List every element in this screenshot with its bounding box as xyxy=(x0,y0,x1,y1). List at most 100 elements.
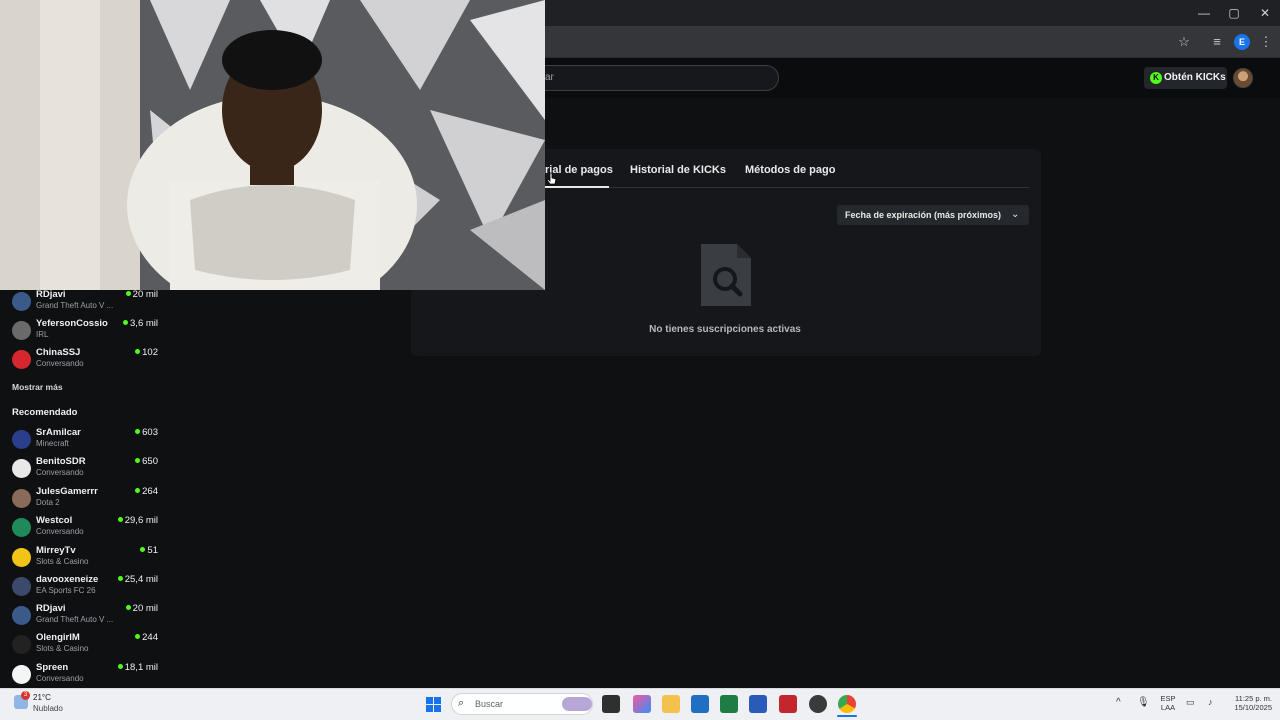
viewer-count: 20 mil xyxy=(125,289,158,300)
volume-icon[interactable]: ♪ xyxy=(1208,697,1220,709)
chevron-down-icon: ⌄ xyxy=(1011,209,1020,220)
microphone-icon[interactable]: 🎙 xyxy=(1137,697,1150,709)
webcam-overlay xyxy=(0,0,545,290)
channel-row[interactable]: ChinaSSJ Conversando 102 xyxy=(0,347,165,376)
channel-category: Slots & Casino xyxy=(36,644,89,653)
channel-avatar xyxy=(12,665,31,684)
word-icon[interactable] xyxy=(749,695,767,713)
channel-row[interactable]: RDjavi Grand Theft Auto V ... 20 mil xyxy=(0,603,165,632)
viewer-count-value: 3,6 mil xyxy=(130,318,158,329)
viewer-count-value: 18,1 mil xyxy=(124,662,158,673)
channel-row[interactable]: Spreen Conversando 18,1 mil xyxy=(0,662,165,691)
channel-row[interactable]: MirreyTv Slots & Casino 51 xyxy=(0,545,165,574)
viewer-count: 29,6 mil xyxy=(117,515,158,526)
maximize-button[interactable]: ▢ xyxy=(1219,4,1249,22)
copilot-icon[interactable] xyxy=(633,695,651,713)
viewer-count-value: 20 mil xyxy=(132,289,158,300)
capcut-icon[interactable] xyxy=(809,695,827,713)
chrome-icon[interactable] xyxy=(838,695,856,713)
channel-avatar xyxy=(12,548,31,567)
minimize-button[interactable]: — xyxy=(1189,4,1219,22)
live-dot-icon xyxy=(117,517,123,522)
channel-name: BenitoSDR xyxy=(36,456,86,467)
viewer-count: 20 mil xyxy=(125,603,158,614)
browser-profile-icon[interactable]: E xyxy=(1234,34,1250,50)
clock[interactable]: 11:25 p. m. 15/10/2025 xyxy=(1222,694,1272,712)
language-code: ESP xyxy=(1160,694,1176,703)
viewer-count-value: 102 xyxy=(142,347,158,358)
channel-row[interactable]: davooxeneize EA Sports FC 26 25,4 mil xyxy=(0,574,165,603)
channel-avatar xyxy=(12,518,31,537)
channel-avatar xyxy=(12,577,31,596)
kicks-icon: K xyxy=(1150,72,1162,84)
channel-name: Westcol xyxy=(36,515,73,526)
media-controls-icon[interactable]: ≡ xyxy=(1208,34,1226,50)
viewer-count-value: 244 xyxy=(142,632,158,643)
chevron-up-icon[interactable]: ^ xyxy=(1116,697,1126,709)
file-explorer-icon[interactable] xyxy=(662,695,680,713)
language-indicator[interactable]: ESP LAA xyxy=(1158,694,1178,712)
channel-row[interactable]: JulesGamerrr Dota 2 264 xyxy=(0,486,165,515)
viewer-count-value: 20 mil xyxy=(132,603,158,614)
channel-category: IRL xyxy=(36,330,49,339)
viewer-count-value: 650 xyxy=(142,456,158,467)
viewer-count-value: 25,4 mil xyxy=(124,574,158,585)
viewer-count: 3,6 mil xyxy=(123,318,158,329)
viewer-count: 650 xyxy=(135,456,158,467)
adobe-icon[interactable] xyxy=(779,695,797,713)
live-dot-icon xyxy=(135,634,141,639)
live-dot-icon xyxy=(125,605,131,610)
channel-category: Grand Theft Auto V ... xyxy=(36,301,114,310)
channel-row[interactable]: BenitoSDR Conversando 650 xyxy=(0,456,165,485)
channel-avatar xyxy=(12,350,31,369)
channel-name: SrAmilcar xyxy=(36,427,81,438)
channel-category: Slots & Casino xyxy=(36,557,89,566)
channel-category: Minecraft xyxy=(36,439,69,448)
channel-avatar xyxy=(12,635,31,654)
search-icon: ⌕ xyxy=(458,697,465,709)
viewer-count-value: 264 xyxy=(142,486,158,497)
channel-row[interactable]: YefersonCossio IRL 3,6 mil xyxy=(0,318,165,347)
channel-name: RDjavi xyxy=(36,603,66,614)
channel-row[interactable]: SrAmilcar Minecraft 603 xyxy=(0,427,165,456)
live-dot-icon xyxy=(117,576,123,581)
recommended-heading: Recomendado xyxy=(12,407,78,418)
store-icon[interactable] xyxy=(691,695,709,713)
channel-category: EA Sports FC 26 xyxy=(36,586,96,595)
bookmark-star-icon[interactable]: ☆ xyxy=(1175,34,1193,50)
excel-icon[interactable] xyxy=(720,695,738,713)
viewer-count-value: 603 xyxy=(142,427,158,438)
live-dot-icon xyxy=(117,664,123,669)
sort-dropdown[interactable]: Fecha de expiración (más próximos) xyxy=(837,205,1029,225)
network-icon[interactable]: ▭ xyxy=(1186,697,1198,709)
viewer-count: 264 xyxy=(135,486,158,497)
windows-start-icon[interactable] xyxy=(426,697,441,712)
channel-name: MirreyTv xyxy=(36,545,76,556)
task-view-icon[interactable] xyxy=(602,695,620,713)
channel-category: Grand Theft Auto V ... xyxy=(36,615,114,624)
tabs-divider xyxy=(545,187,1029,188)
close-button[interactable]: ✕ xyxy=(1250,4,1280,22)
show-more-link[interactable]: Mostrar más xyxy=(12,382,63,392)
channel-name: RDjavi xyxy=(36,289,66,300)
viewer-count: 18,1 mil xyxy=(117,662,158,673)
channel-category: Conversando xyxy=(36,359,84,368)
search-input[interactable]: ar xyxy=(520,65,779,91)
tab-payment-methods[interactable]: Métodos de pago xyxy=(745,164,835,176)
browser-menu-icon[interactable]: ⋮ xyxy=(1257,34,1275,50)
empty-state-message: No tienes suscripciones activas xyxy=(649,324,801,335)
search-highlight-icon xyxy=(562,697,592,711)
channel-category: Dota 2 xyxy=(36,498,60,507)
channel-row[interactable]: RDjavi Grand Theft Auto V ... 20 mil xyxy=(0,289,165,318)
viewer-count: 244 xyxy=(135,632,158,643)
live-dot-icon xyxy=(140,547,146,552)
active-app-indicator xyxy=(837,715,857,717)
live-dot-icon xyxy=(135,458,141,463)
weather-temperature: 21°C xyxy=(33,693,51,702)
tab-kicks-history[interactable]: Historial de KICKs xyxy=(630,164,726,176)
user-avatar[interactable] xyxy=(1233,68,1253,88)
channel-row[interactable]: Westcol Conversando 29,6 mil xyxy=(0,515,165,544)
channel-name: ChinaSSJ xyxy=(36,347,81,358)
clock-time: 11:25 p. m. xyxy=(1235,694,1272,703)
channel-row[interactable]: OlengirlM Slots & Casino 244 xyxy=(0,632,165,661)
